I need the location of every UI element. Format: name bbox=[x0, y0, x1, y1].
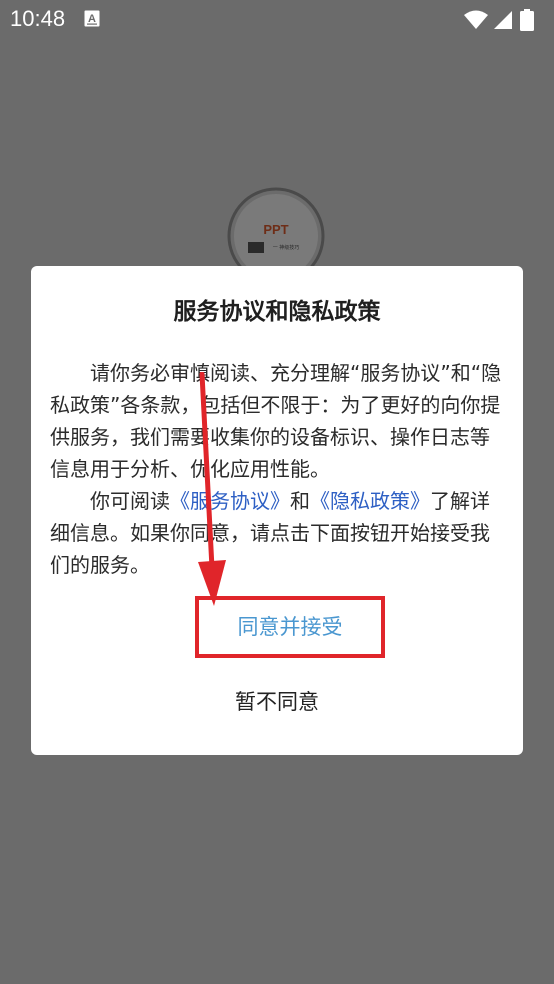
p2-prefix: 你可阅读 bbox=[90, 489, 170, 513]
logo-subtext: 一 神级技巧 bbox=[273, 244, 300, 251]
svg-text:A: A bbox=[88, 13, 96, 25]
agree-button[interactable]: 同意并接受 bbox=[195, 596, 385, 658]
status-bar: 10:48 A bbox=[0, 0, 554, 38]
privacy-policy-dialog: 服务协议和隐私政策 请你务必审慎阅读、充分理解“服务协议”和“隐私政策”各条款，… bbox=[31, 266, 523, 755]
service-agreement-link[interactable]: 《服务协议》 bbox=[170, 489, 290, 513]
wifi-icon bbox=[464, 10, 488, 29]
reject-button[interactable]: 暂不同意 bbox=[177, 684, 377, 720]
dialog-body: 请你务必审慎阅读、充分理解“服务协议”和“隐私政策”各条款，包括但不限于：为了更… bbox=[50, 357, 506, 581]
logo-text: PPT bbox=[263, 222, 288, 237]
cellular-signal-icon bbox=[494, 11, 512, 29]
status-time: 10:48 bbox=[10, 6, 66, 31]
dialog-title: 服务协议和隐私政策 bbox=[173, 299, 381, 325]
privacy-policy-link[interactable]: 《隐私政策》 bbox=[310, 489, 430, 513]
agree-button-label: 同意并接受 bbox=[237, 615, 343, 639]
dialog-paragraph-2: 你可阅读《服务协议》和《隐私政策》了解详细信息。如果你同意，请点击下面按钮开始接… bbox=[50, 485, 506, 581]
dialog-paragraph-1: 请你务必审慎阅读、充分理解“服务协议”和“隐私政策”各条款，包括但不限于：为了更… bbox=[50, 361, 502, 481]
p2-and: 和 bbox=[290, 489, 310, 513]
battery-icon bbox=[520, 9, 534, 31]
status-indicators bbox=[464, 9, 544, 31]
a-text-icon: A bbox=[84, 10, 100, 27]
